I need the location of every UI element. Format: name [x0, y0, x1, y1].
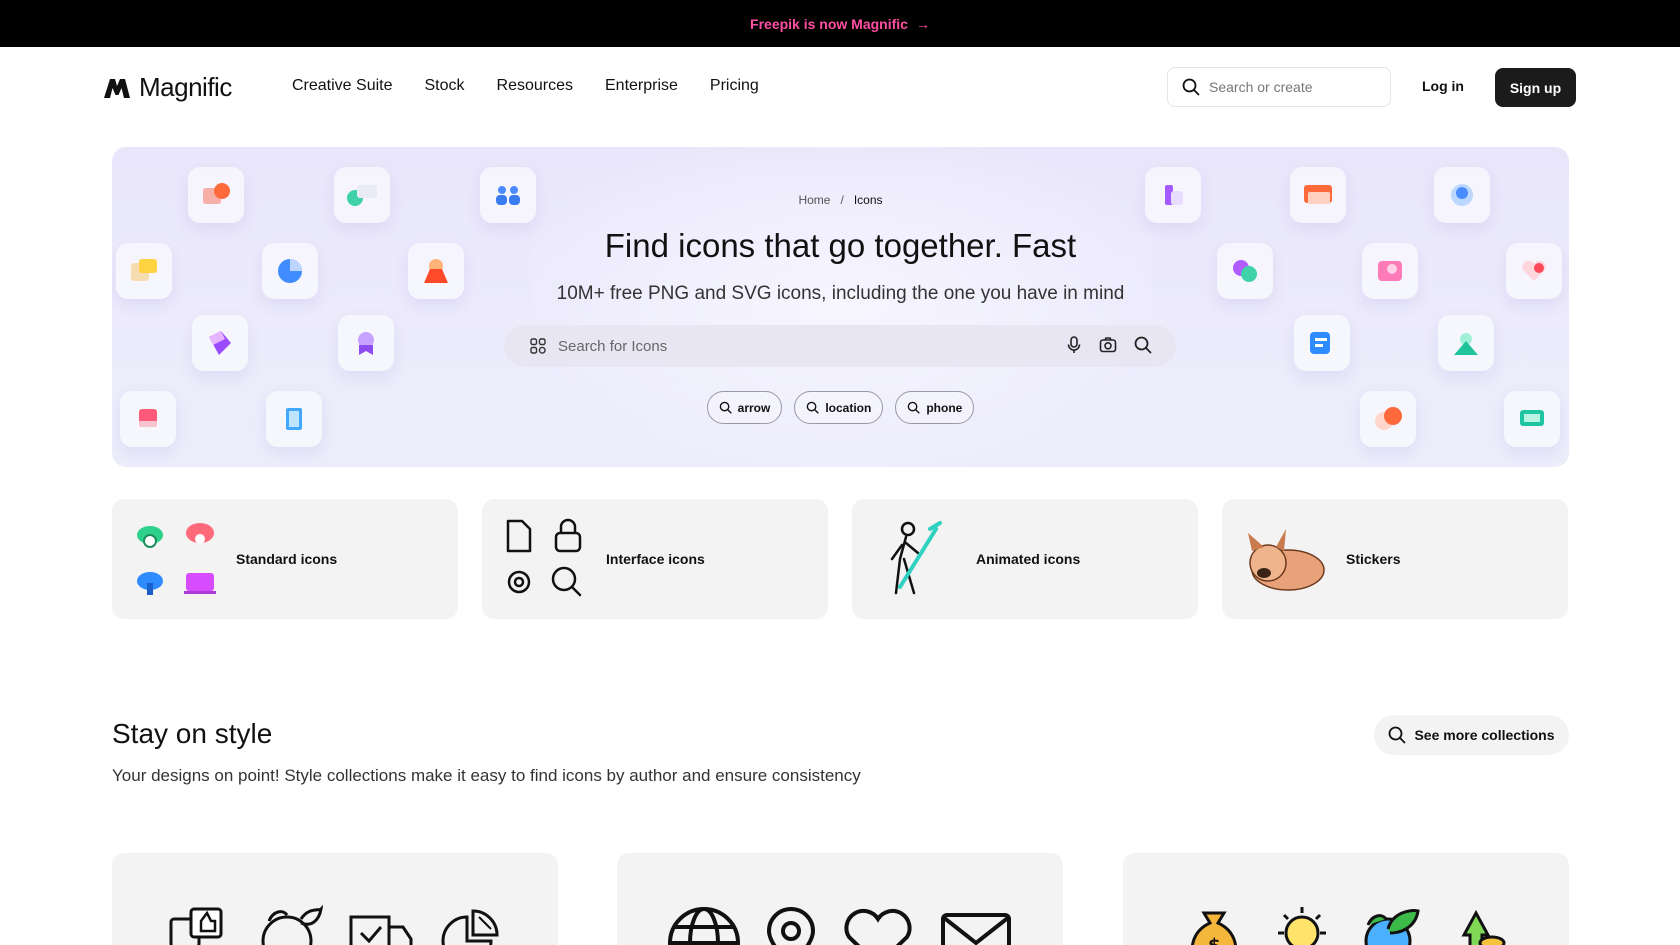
- social-like-icon: [169, 907, 223, 945]
- decorative-user-icon: [1438, 315, 1494, 371]
- breadcrumb-separator: /: [840, 193, 844, 207]
- idea-bulb-icon: [1278, 907, 1326, 945]
- globe-icon: [668, 907, 740, 945]
- collection-card[interactable]: [112, 853, 558, 945]
- breadcrumb: Home / Icons: [112, 193, 1569, 207]
- suggestion-chips: arrow location phone: [112, 391, 1569, 424]
- announcement-text: Freepik is now Magnific: [750, 15, 908, 32]
- nav-stock[interactable]: Stock: [425, 77, 465, 95]
- announcement-bar: Freepik is now Magnific →: [0, 0, 1680, 47]
- decorative-badge-icon: [338, 315, 394, 371]
- category-stickers[interactable]: Stickers: [1222, 499, 1568, 619]
- category-label: Stickers: [1346, 551, 1401, 567]
- svg-text:$: $: [1208, 935, 1221, 945]
- category-label: Standard icons: [236, 551, 338, 567]
- hero-banner: Home / Icons Find icons that go together…: [112, 147, 1569, 467]
- nav-creative-suite[interactable]: Creative Suite: [292, 77, 393, 95]
- see-more-collections-button[interactable]: See more collections: [1374, 715, 1569, 755]
- interface-icons-preview: [506, 518, 582, 597]
- heart-icon: [844, 908, 912, 945]
- search-icon: [807, 401, 819, 414]
- magnific-logo-icon: [104, 78, 130, 98]
- nav-resources[interactable]: Resources: [497, 77, 573, 95]
- header-search: [1167, 67, 1391, 107]
- collection-card[interactable]: $: [1123, 853, 1569, 945]
- decorative-tag-icon: [192, 315, 248, 371]
- category-label: Animated icons: [976, 551, 1081, 567]
- breadcrumb-current: Icons: [853, 193, 883, 207]
- category-animated-icons[interactable]: Animated icons: [852, 499, 1198, 619]
- chip-label: arrow: [737, 400, 771, 415]
- search-actions: [1066, 336, 1152, 354]
- chip-arrow[interactable]: arrow: [706, 391, 783, 424]
- login-button[interactable]: Log in: [1422, 78, 1464, 94]
- stickers-preview: [1248, 529, 1325, 591]
- money-bag-icon: $: [1191, 911, 1237, 945]
- location-pin-icon: [766, 906, 816, 945]
- main-nav: Magnific Creative Suite Stock Resources …: [0, 47, 1680, 127]
- mail-icon: [941, 913, 1011, 945]
- pie-chart-icon: [441, 909, 499, 945]
- delivery-truck-icon: [349, 915, 413, 945]
- growth-coins-icon: [1461, 909, 1506, 945]
- animated-icons-preview: [890, 521, 942, 595]
- apps-grid-icon[interactable]: [530, 338, 546, 354]
- chip-location[interactable]: location: [794, 391, 884, 424]
- nav-enterprise[interactable]: Enterprise: [605, 77, 678, 95]
- section-title: Stay on style: [112, 718, 273, 749]
- standard-icons-preview: [137, 523, 216, 595]
- announcement-link[interactable]: Freepik is now Magnific →: [750, 16, 930, 32]
- breadcrumb-home[interactable]: Home: [798, 193, 830, 207]
- search-icon: [719, 401, 732, 414]
- collection-preview: [617, 905, 1063, 945]
- chip-phone[interactable]: phone: [895, 391, 975, 424]
- category-label: Interface icons: [606, 551, 705, 567]
- search-icon[interactable]: [1134, 336, 1152, 354]
- decorative-list-icon: [1294, 315, 1350, 371]
- icon-search-bar: [504, 325, 1176, 367]
- chip-label: location: [825, 400, 872, 415]
- eco-earth-icon: [1364, 909, 1420, 945]
- search-icon: [908, 401, 920, 414]
- signup-button[interactable]: Sign up: [1495, 68, 1576, 107]
- chip-label: phone: [926, 400, 963, 415]
- collection-preview: $: [1123, 905, 1569, 945]
- camera-icon[interactable]: [1099, 336, 1117, 354]
- category-standard-icons[interactable]: Standard icons: [112, 499, 458, 619]
- header-search-input[interactable]: [1209, 79, 1379, 95]
- microphone-icon[interactable]: [1066, 336, 1082, 354]
- page-subtitle: 10M+ free PNG and SVG icons, including t…: [556, 283, 1125, 304]
- logo-text: Magnific: [139, 72, 232, 102]
- search-icon: [1182, 78, 1200, 96]
- see-more-label: See more collections: [1414, 727, 1555, 743]
- collection-card[interactable]: [617, 853, 1063, 945]
- category-interface-icons[interactable]: Interface icons: [482, 499, 828, 619]
- search-icon: [1389, 726, 1406, 744]
- page-title: Find icons that go together. Fast: [604, 227, 1077, 264]
- eco-globe-icon: [261, 905, 323, 945]
- nav-links: Creative Suite Stock Resources Enterpris…: [292, 77, 759, 95]
- section-description: Your designs on point! Style collections…: [112, 766, 861, 785]
- icon-search-input[interactable]: [558, 337, 1058, 355]
- arrow-right-icon: →: [915, 15, 930, 32]
- nav-pricing[interactable]: Pricing: [710, 77, 759, 95]
- collection-preview: [112, 905, 558, 945]
- logo[interactable]: Magnific: [103, 72, 232, 103]
